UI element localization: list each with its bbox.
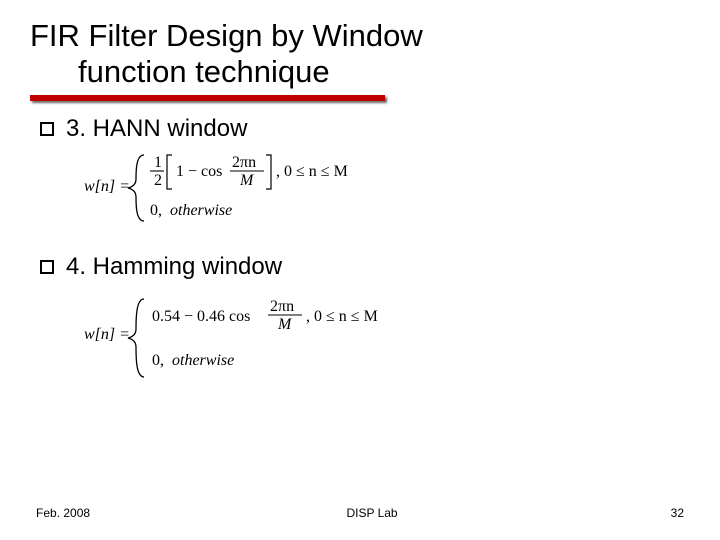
bullet-hann-text: 3. HANN window	[66, 115, 247, 143]
formula-hamming: w[n] = 0.54 − 0.46 cos 2πn M , 0 ≤ n ≤ M…	[84, 291, 484, 383]
fm-else-label: otherwise	[172, 352, 234, 369]
bullet-hann: 3. HANN window	[40, 115, 680, 143]
fh-rbracket-icon	[266, 155, 271, 189]
bullet-square-icon	[40, 122, 54, 136]
formula-hann-wrap: w[n] = 1 2 1 − cos 2πn M , 0 ≤ n ≤ M 0,	[84, 149, 680, 227]
title-block: FIR Filter Design by Window function tec…	[0, 0, 720, 89]
fh-coeff-bot: 2	[154, 172, 162, 189]
slide: FIR Filter Design by Window function tec…	[0, 0, 720, 540]
formula-hann: w[n] = 1 2 1 − cos 2πn M , 0 ≤ n ≤ M 0,	[84, 149, 444, 227]
fh-else-label: otherwise	[170, 202, 232, 219]
footer-date: Feb. 2008	[36, 506, 90, 520]
fh-expr: 1 − cos	[176, 163, 222, 180]
fm-else-val: 0,	[152, 352, 164, 369]
footer: Feb. 2008 DISP Lab 32	[0, 506, 720, 520]
bullet-hamming: 4. Hamming window	[40, 253, 680, 281]
bullet-hamming-text: 4. Hamming window	[66, 253, 282, 281]
fh-brace-icon	[128, 155, 144, 221]
fh-cond-main: , 0 ≤ n ≤ M	[276, 163, 348, 180]
footer-page-number: 32	[654, 506, 684, 520]
fh-lhs: w[n] =	[84, 178, 130, 195]
fm-brace-icon	[128, 299, 144, 377]
fh-lbracket-icon	[167, 155, 172, 189]
body: 3. HANN window w[n] = 1 2 1 − cos 2πn M	[0, 101, 720, 383]
fm-frac-bot: M	[277, 316, 293, 333]
fm-expr: 0.54 − 0.46 cos	[152, 308, 250, 325]
fh-else-val: 0,	[150, 202, 162, 219]
fh-frac-bot: M	[239, 172, 255, 189]
fm-frac-top: 2πn	[270, 298, 294, 315]
fh-frac-top: 2πn	[232, 154, 256, 171]
title-line-1: FIR Filter Design by Window	[30, 18, 720, 54]
fm-cond-main: , 0 ≤ n ≤ M	[306, 308, 378, 325]
footer-center: DISP Lab	[90, 506, 654, 520]
title-line-2: function technique	[30, 54, 720, 90]
fh-coeff-top: 1	[154, 154, 162, 171]
formula-hamming-wrap: w[n] = 0.54 − 0.46 cos 2πn M , 0 ≤ n ≤ M…	[84, 291, 680, 383]
bullet-square-icon	[40, 260, 54, 274]
fm-lhs: w[n] =	[84, 326, 130, 343]
